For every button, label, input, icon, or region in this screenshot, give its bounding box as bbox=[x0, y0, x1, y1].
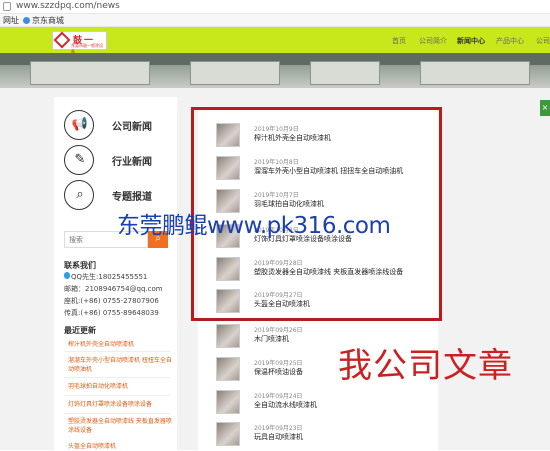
news-thumbnail[interactable] bbox=[216, 324, 240, 348]
recent-title: 最近更新 bbox=[64, 326, 96, 335]
nav-news[interactable]: 新闻中心 bbox=[457, 36, 485, 46]
qq-icon bbox=[64, 272, 70, 279]
banner-machine-1 bbox=[30, 61, 150, 85]
news-item[interactable]: 2019年09月23日 玩具自动喷漆机 bbox=[216, 421, 436, 451]
news-date: 2019年09月25日 bbox=[254, 360, 303, 367]
news-thumbnail[interactable] bbox=[216, 422, 240, 446]
brush-glyph: ✎ bbox=[74, 152, 86, 167]
category-label: 公司新闻 bbox=[112, 122, 152, 133]
jd-icon bbox=[23, 17, 30, 24]
address-bar[interactable]: www.szzdpq.com/news bbox=[0, 0, 550, 14]
divider bbox=[64, 377, 170, 378]
bookmark-jd[interactable]: 京东商城 bbox=[32, 15, 64, 26]
nav-products[interactable]: 产品中心 bbox=[496, 36, 524, 46]
bookmarks-bar: 网址 京东商城 bbox=[0, 14, 550, 27]
news-title[interactable]: 玩具自动喷漆机 bbox=[254, 432, 303, 442]
category-industry-news[interactable]: ✎ 行业新闻 bbox=[64, 145, 174, 175]
megaphone-glyph: 📢 bbox=[71, 117, 89, 132]
annotation-caption: 我公司文章 bbox=[338, 346, 513, 386]
news-date: 2019年09月26日 bbox=[254, 327, 303, 334]
contact-qq: QQ先生:18025455551 bbox=[64, 272, 147, 282]
news-title[interactable]: 保温杯喷油设备 bbox=[254, 367, 303, 377]
brush-icon: ✎ bbox=[64, 145, 94, 175]
news-date: 2019年09月24日 bbox=[254, 393, 303, 400]
divider bbox=[64, 395, 170, 396]
news-thumbnail[interactable] bbox=[216, 357, 240, 381]
nav-about[interactable]: 公司简介 bbox=[419, 36, 447, 46]
recent-item[interactable]: 榨汁机外壳全自动喷漆机 bbox=[68, 340, 172, 349]
category-label: 专题报道 bbox=[112, 192, 152, 203]
side-share-tab[interactable]: × bbox=[540, 100, 550, 116]
news-thumbnail[interactable] bbox=[216, 390, 240, 414]
megaphone-icon: 📢 bbox=[64, 110, 94, 140]
contact-email: 邮箱：2108946754@qq.com bbox=[64, 285, 163, 293]
nav-more[interactable]: 公司 bbox=[536, 36, 550, 46]
bookmark-wangzhi[interactable]: 网址 bbox=[3, 15, 19, 26]
news-item[interactable]: 2019年09月24日 全自动流水线喷漆机 bbox=[216, 389, 436, 419]
category-company-news[interactable]: 📢 公司新闻 bbox=[64, 110, 174, 140]
search-glyph: ⌕ bbox=[76, 187, 84, 202]
news-title[interactable]: 全自动流水线喷漆机 bbox=[254, 400, 317, 410]
search-icon: ⌕ bbox=[64, 180, 94, 210]
contact-phone: 座机:(+86) 0755-27807906 bbox=[64, 297, 159, 305]
hero-banner bbox=[0, 53, 550, 88]
watermark-text: 东莞鹏鲲www.pk316.com bbox=[117, 213, 391, 239]
url-text[interactable]: www.szzdpq.com/news bbox=[16, 1, 120, 11]
recent-item[interactable]: 灯饰灯具灯罩喷涂设备喷涂设备 bbox=[68, 400, 172, 409]
page-info-icon[interactable] bbox=[3, 2, 11, 11]
divider bbox=[64, 413, 170, 414]
nav-home[interactable]: 首页 bbox=[392, 36, 406, 46]
divider bbox=[64, 351, 170, 352]
contact-qq-text: QQ先生:18025455551 bbox=[71, 273, 148, 281]
contact-title: 联系我们 bbox=[64, 261, 96, 270]
logo-diamond-icon bbox=[53, 31, 71, 49]
contact-fax: 传真:(+86) 0755-89648039 bbox=[64, 309, 159, 317]
recent-item[interactable]: 塑胶烫发器全自动喷漆线 夹板直发器喷涂线设备 bbox=[68, 417, 172, 435]
recent-item[interactable]: 羽毛球拍自动化喷漆机 bbox=[68, 382, 172, 391]
category-label: 行业新闻 bbox=[112, 157, 152, 168]
banner-machine-4 bbox=[420, 61, 530, 85]
news-date: 2019年09月23日 bbox=[254, 425, 303, 432]
news-title[interactable]: 木门喷漆机 bbox=[254, 334, 289, 344]
site-logo[interactable]: 鼓一 东莞市鼓一喷涂设备 bbox=[52, 31, 107, 54]
recent-item[interactable]: 溜溜车外壳小型自动喷漆机 扭扭车全自动喷油机 bbox=[68, 356, 172, 374]
banner-machine-2 bbox=[190, 61, 280, 85]
